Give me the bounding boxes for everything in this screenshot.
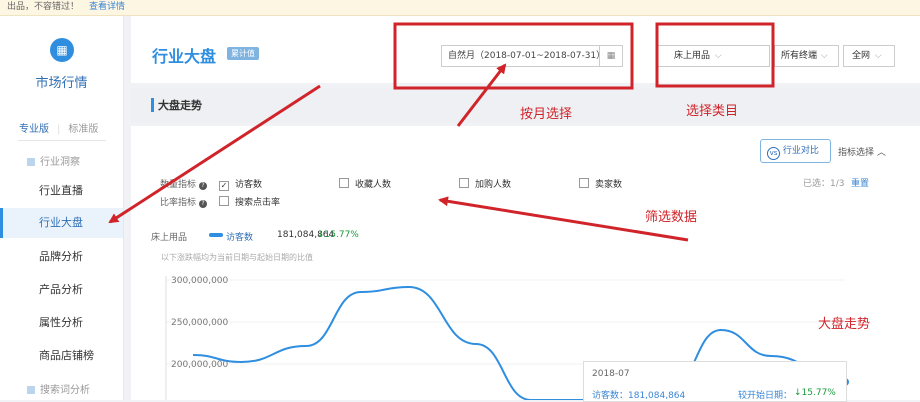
date-highlight-box	[393, 22, 634, 90]
annotation-arrow	[108, 84, 321, 224]
annotation-overlay	[108, 22, 775, 242]
annotation-month: 按月选择	[520, 107, 573, 122]
annotation-category: 选择类目	[686, 104, 739, 119]
annotation-trend: 大盘走势	[818, 317, 871, 332]
annotation-arrow	[456, 63, 507, 127]
category-highlight-box	[655, 22, 775, 88]
annotation-filter: 筛选数据	[645, 210, 698, 225]
